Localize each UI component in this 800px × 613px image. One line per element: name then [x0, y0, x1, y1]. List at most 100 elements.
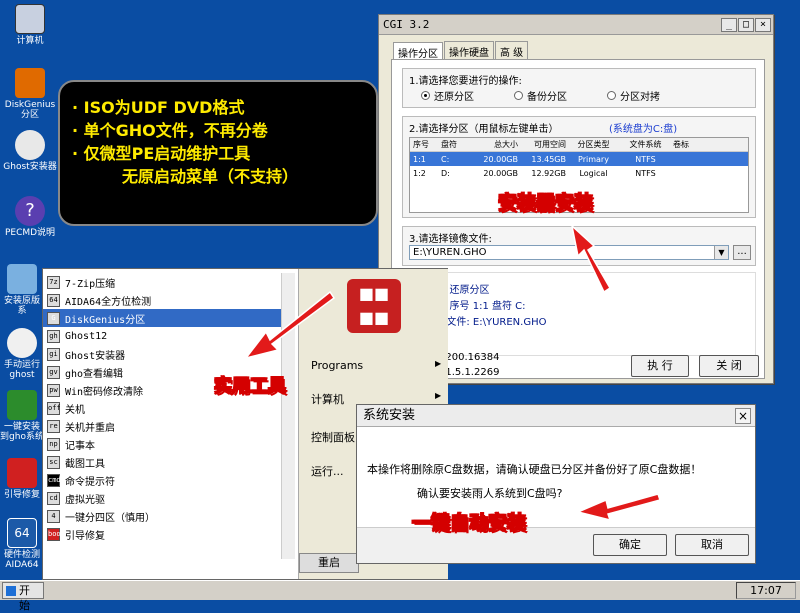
ghost-icon: gh	[47, 329, 60, 343]
menu-item-7zip[interactable]: 7z 7-Zip压缩	[43, 273, 283, 291]
menu-item-aida64[interactable]: 64 AIDA64全方位检测	[43, 291, 283, 309]
menu-control-panel[interactable]: 控制面板	[311, 429, 355, 445]
summary-group: 作: 还原分区 区: 序号 1:1 盘符 C: 录/文件: E:\YUREN.G…	[402, 272, 756, 356]
image-file-select[interactable]: E:\YUREN.GHO ▼	[409, 245, 729, 260]
dialog-close-button[interactable]: ×	[735, 408, 751, 424]
system-install-dialog[interactable]: 系统安装 × 本操作将删除原C盘数据，请确认硬盘已分区并备份好了原C盘数据！ 确…	[356, 404, 756, 564]
desktop-icon-ghost-installer[interactable]: Ghost安装器	[2, 130, 58, 172]
col-header: 可用空间	[534, 140, 566, 149]
computer-icon	[15, 4, 45, 34]
desktop-icon-label: 引导修复	[3, 490, 40, 500]
cell: NTFS	[635, 168, 656, 178]
image-group: 3.请选择镜像文件: E:\YUREN.GHO ▼ ...	[402, 226, 756, 266]
cell: C:	[441, 154, 450, 164]
desktop-icon-label: 硬件检测AIDA64	[3, 550, 40, 570]
ghost-icon	[7, 328, 37, 358]
radio-backup[interactable]: 备份分区	[514, 88, 567, 103]
menu-item-ghost-installer[interactable]: gi Ghost安装器	[43, 345, 283, 363]
tab-disk[interactable]: 操作硬盘	[444, 41, 494, 61]
radio-dot	[607, 91, 616, 100]
browse-button[interactable]: ...	[733, 245, 751, 260]
cell: 20.00GB	[483, 168, 518, 178]
seal-logo: ■■ ■■	[347, 279, 401, 333]
aida64-icon: 64	[47, 293, 60, 307]
power-icon: off	[47, 401, 61, 415]
desktop-icon-manual-ghost[interactable]: 手动运行ghost	[0, 328, 44, 380]
desktop-icon-label: 一键安装到gho系统	[0, 422, 44, 442]
close-button[interactable]: ×	[755, 17, 771, 32]
menu-run[interactable]: 运行...	[311, 463, 344, 479]
menu-item-four-partitions[interactable]: 4 一键分四区（慎用）	[43, 507, 283, 525]
menu-label: 关机	[65, 404, 85, 416]
cgi-titlebar[interactable]: CGI 3.2 _ □ ×	[379, 15, 773, 35]
cgi-title: CGI 3.2	[383, 18, 430, 31]
menu-item-restart[interactable]: re 关机并重启	[43, 417, 283, 435]
ok-button[interactable]: 确定	[593, 534, 667, 556]
menu-computer-label: 计算机	[311, 393, 344, 406]
menu-programs[interactable]: Programs ▶	[311, 359, 441, 372]
radio-label: 备份分区	[527, 92, 567, 103]
table-header: 序号 盘符 总大小 可用空间 分区类型 文件系统 卷标	[410, 138, 748, 152]
screenshot-icon: sc	[47, 455, 60, 469]
desktop-icon-label: PECMD说明	[4, 228, 56, 238]
start-button[interactable]: 开 始	[2, 582, 44, 612]
notepad-icon: np	[47, 437, 60, 451]
desktop-icon-aida64[interactable]: 64 硬件检测AIDA64	[0, 518, 44, 570]
boot-repair-icon	[7, 458, 37, 488]
chevron-down-icon[interactable]: ▼	[714, 246, 728, 259]
col-header: 分区类型	[577, 140, 610, 149]
table-row[interactable]: 1:2 D: 20.00GB 12.92GB Logical NTFS	[410, 166, 748, 180]
note-line: 无原启动菜单（不支持）	[122, 167, 299, 186]
desktop-icon-diskgenius[interactable]: DiskGenius分区	[2, 68, 58, 120]
table-row[interactable]: 1:1 C: 20.00GB 13.45GB Primary NTFS	[410, 152, 748, 166]
dialog-question: 确认要安装雨人系统到C盘吗?	[417, 487, 563, 500]
step2-title: 2.请选择分区（用鼠标左键单击）	[409, 124, 559, 135]
version-1: 9200.16384	[439, 352, 500, 363]
gho-viewer-icon: gv	[47, 365, 60, 379]
partition-icon: 4	[47, 509, 60, 523]
menu-label: Ghost12	[65, 330, 108, 342]
menu-item-virtual-cd[interactable]: cd 虚拟光驱	[43, 489, 283, 507]
menu-item-diskgenius[interactable]: G DiskGenius分区	[43, 309, 283, 327]
step3-title: 3.请选择镜像文件:	[409, 234, 492, 245]
menu-list: 7z 7-Zip压缩 64 AIDA64全方位检测 G DiskGenius分区 gh…	[43, 273, 283, 543]
menu-scrollbar[interactable]	[281, 273, 295, 559]
desktop-icon-install-original[interactable]: 安装原版系	[0, 264, 44, 316]
execute-button[interactable]: 执 行	[631, 355, 689, 377]
close-window-button[interactable]: 关 闭	[699, 355, 759, 377]
feature-note: · ISO为UDF DVD格式 · 单个GHO文件，不再分卷 · 仅微型PE启动…	[58, 80, 378, 226]
desktop-icon-oneclick[interactable]: 一键安装到gho系统	[0, 390, 44, 442]
desktop-icon-computer[interactable]: 计算机	[2, 4, 58, 46]
menu-item-cmd[interactable]: cmd 命令提示符	[43, 471, 283, 489]
cell: 13.45GB	[531, 154, 566, 164]
menu-item-shutdown[interactable]: off 关机	[43, 399, 283, 417]
tab-advanced[interactable]: 高 级	[495, 41, 529, 61]
ghost-icon	[15, 130, 45, 160]
password-icon: pw	[47, 383, 60, 397]
ghost-installer-icon: gi	[47, 347, 60, 361]
radio-copy[interactable]: 分区对拷	[607, 88, 660, 103]
windows-icon	[7, 390, 37, 420]
minimize-button[interactable]: _	[721, 17, 737, 32]
col-header: 盘符	[441, 140, 457, 149]
menu-item-screenshot[interactable]: sc 截图工具	[43, 453, 283, 471]
cancel-button[interactable]: 取消	[675, 534, 749, 556]
menu-item-notepad[interactable]: np 记事本	[43, 435, 283, 453]
menu-computer[interactable]: 计算机 ▶	[311, 391, 441, 407]
cell: Primary	[578, 154, 609, 164]
desktop-icon-label: Ghost安装器	[3, 162, 57, 172]
menu-item-ghost12[interactable]: gh Ghost12	[43, 327, 283, 345]
desktop-icon-pecmd[interactable]: ? PECMD说明	[2, 196, 58, 238]
menu-restart-button[interactable]: 重启	[299, 553, 359, 573]
diskgenius-icon: G	[47, 311, 60, 325]
cgi-tabs: 操作分区 操作硬盘 高 级	[393, 41, 529, 62]
menu-item-boot-repair[interactable]: boot 引导修复	[43, 525, 283, 543]
version-2: 11.5.1.2269	[439, 367, 500, 378]
menu-label: Win密码修改清除	[65, 386, 144, 398]
aida64-icon: 64	[7, 518, 37, 548]
menu-label: gho查看编辑	[65, 368, 124, 380]
maximize-button[interactable]: □	[738, 17, 754, 32]
col-header: 文件系统	[629, 140, 662, 149]
desktop-icon-boot-repair[interactable]: 引导修复	[0, 458, 44, 500]
radio-restore[interactable]: 还原分区	[421, 88, 474, 103]
